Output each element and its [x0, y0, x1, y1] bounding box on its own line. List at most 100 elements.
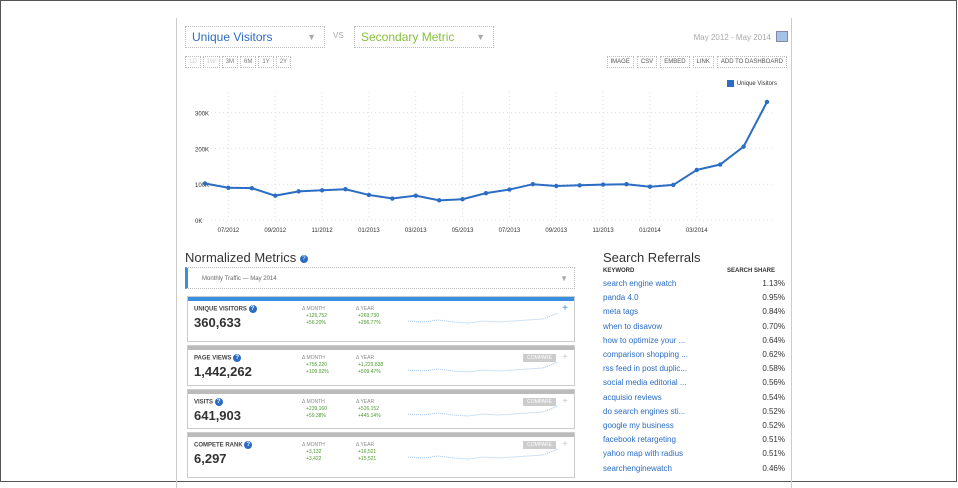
secondary-metric-select[interactable]: Secondary Metric ▼ — [354, 26, 494, 48]
search-share-value: 0.51% — [762, 449, 785, 459]
traffic-period-select[interactable]: Monthly Traffic — May 2014 ▼ — [185, 267, 575, 289]
metric-label: VISITS ? — [194, 398, 223, 406]
referral-row: meta tags 0.84% — [603, 307, 785, 321]
referral-row: how to optimize your ... 0.64% — [603, 336, 785, 350]
image-button[interactable]: IMAGE — [606, 56, 634, 68]
keyword-link[interactable]: rss feed in post duplic... — [603, 364, 687, 373]
year-delta-header: Δ YEAR — [356, 355, 375, 361]
plus-icon[interactable]: + — [562, 396, 568, 407]
plus-icon[interactable]: + — [562, 439, 568, 450]
help-icon[interactable]: ? — [244, 441, 253, 449]
data-point[interactable] — [296, 189, 301, 194]
primary-metric-select[interactable]: Unique Visitors ▼ — [185, 26, 325, 48]
search-share-value: 0.95% — [762, 293, 785, 303]
keyword-link[interactable]: social media editorial ... — [603, 378, 687, 387]
help-icon[interactable]: ? — [299, 254, 308, 263]
data-point[interactable] — [273, 193, 278, 198]
link-button[interactable]: LINK — [692, 56, 714, 68]
metric-card[interactable]: UNIQUE VISITORS ? 360,633 Δ MONTH +126,752 +… — [187, 296, 575, 342]
data-point[interactable] — [343, 187, 348, 192]
search-share-value: 0.52% — [762, 421, 785, 430]
data-point[interactable] — [413, 193, 418, 198]
referral-row: yahoo map with radius 0.51% — [603, 449, 785, 463]
data-point[interactable] — [366, 192, 372, 198]
x-tick-label: 03/2013 — [405, 228, 427, 234]
data-point[interactable] — [671, 182, 676, 188]
keyword-link[interactable]: yahoo map with radius — [603, 449, 683, 458]
keyword-link[interactable]: when to disavow — [603, 322, 662, 331]
year-delta-abs: +526,152 — [358, 406, 379, 412]
plus-icon[interactable]: + — [562, 303, 568, 314]
range-2y-button[interactable]: 2Y — [275, 56, 292, 68]
month-delta-header: Δ MONTH — [302, 442, 325, 448]
data-point[interactable] — [226, 185, 231, 190]
keyword-link[interactable]: how to optimize your ... — [603, 336, 685, 345]
metric-card[interactable]: COMPETE RANK ? 6,297 Δ MONTH +3,132 +3,422 Δ … — [187, 432, 575, 478]
help-icon[interactable]: ? — [233, 354, 242, 362]
referral-row: google my business 0.52% — [603, 421, 785, 435]
data-point[interactable] — [390, 196, 395, 201]
csv-button[interactable]: CSV — [636, 56, 658, 68]
data-point[interactable] — [436, 198, 442, 203]
search-share-value: 0.58% — [762, 364, 785, 374]
metric-label-text: VISITS — [194, 399, 214, 406]
metric-card[interactable]: VISITS ? 641,903 Δ MONTH +239,160 +59.38% Δ Y… — [187, 389, 575, 429]
keyword-link[interactable]: searchenginewatch — [603, 464, 672, 473]
data-point[interactable] — [249, 185, 255, 191]
range-1w-button[interactable]: 1W — [202, 56, 220, 68]
traffic-period-label: Monthly Traffic — May 2014 — [202, 276, 277, 282]
data-point[interactable] — [507, 187, 512, 192]
range-1d-button[interactable]: 1D — [185, 56, 201, 68]
data-point[interactable] — [319, 188, 325, 193]
month-delta-header: Δ MONTH — [302, 306, 325, 312]
data-point[interactable] — [460, 197, 465, 202]
search-share-value: 0.46% — [762, 463, 785, 473]
card-top-bar — [188, 297, 574, 301]
data-point[interactable] — [764, 99, 770, 105]
data-point[interactable] — [647, 184, 653, 189]
search-referrals-title: Search Referrals — [603, 250, 701, 265]
keyword-link[interactable]: comparison shopping ... — [603, 350, 688, 359]
keyword-link[interactable]: google my business — [603, 421, 674, 430]
keyword-link[interactable]: panda 4.0 — [603, 293, 639, 302]
keyword-link[interactable]: acquisio reviews — [603, 393, 662, 402]
plus-icon[interactable]: + — [562, 352, 568, 363]
data-point[interactable] — [577, 183, 582, 188]
metric-label: PAGE VIEWS ? — [194, 354, 242, 362]
date-range[interactable]: May 2012 - May 2014 — [694, 33, 771, 42]
data-point[interactable] — [600, 182, 606, 187]
range-3m-button[interactable]: 3M — [221, 56, 239, 68]
data-point[interactable] — [694, 167, 699, 173]
referral-row: facebook retargeting 0.51% — [603, 435, 785, 449]
calendar-icon[interactable] — [776, 31, 788, 42]
export-toolbar: IMAGE CSV EMBED LINK ADD TO DASHBOARD — [606, 56, 787, 68]
metric-label-text: COMPETE RANK — [194, 442, 243, 449]
embed-button[interactable]: EMBED — [660, 56, 690, 68]
sparkline-line — [408, 405, 558, 417]
metric-card[interactable]: PAGE VIEWS ? 1,442,262 Δ MONTH +755,220 +109… — [187, 345, 575, 386]
referral-row: searchenginewatch 0.46% — [603, 464, 785, 478]
help-icon[interactable]: ? — [248, 305, 257, 313]
referral-row: search engine watch 1.13% — [603, 279, 785, 293]
range-1y-button[interactable]: 1Y — [258, 56, 274, 68]
year-delta-pct: +445.14% — [358, 413, 381, 419]
range-6m-button[interactable]: 6M — [240, 56, 257, 68]
data-point[interactable] — [554, 183, 559, 189]
data-point[interactable] — [624, 182, 629, 187]
add-to-dashboard-button[interactable]: ADD TO DASHBOARD — [716, 56, 787, 68]
x-tick-label: 05/2013 — [452, 228, 474, 234]
keyword-link[interactable]: do search engines sti... — [603, 407, 685, 416]
sparkline — [408, 312, 558, 324]
data-point[interactable] — [741, 144, 746, 149]
keyword-link[interactable]: meta tags — [603, 307, 638, 316]
help-icon[interactable]: ? — [214, 398, 223, 406]
year-delta-abs: +16,521 — [358, 449, 377, 455]
data-point[interactable] — [202, 181, 208, 186]
keyword-link[interactable]: facebook retargeting — [603, 435, 676, 444]
month-delta-pct: +3,422 — [306, 456, 322, 462]
normalized-metrics-title: Normalized Metrics ? — [185, 250, 308, 265]
data-point[interactable] — [483, 190, 489, 196]
keyword-link[interactable]: search engine watch — [603, 279, 676, 288]
data-point[interactable] — [717, 162, 723, 167]
data-point[interactable] — [530, 182, 536, 187]
